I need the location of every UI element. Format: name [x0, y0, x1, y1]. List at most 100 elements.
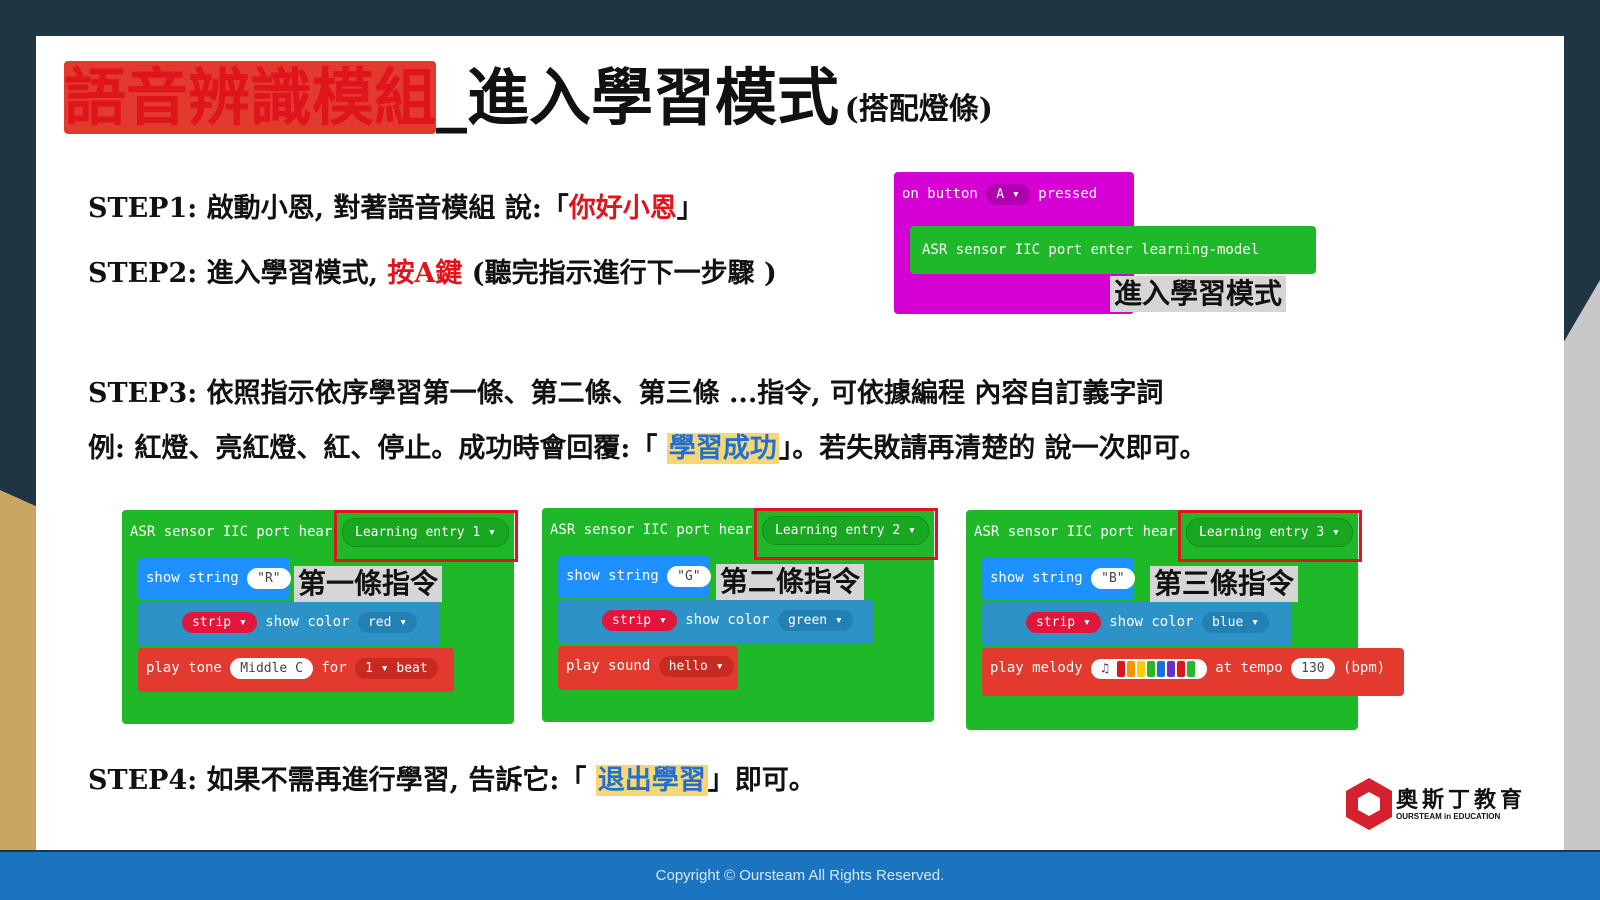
- step3-highlight: 學習成功: [666, 433, 779, 464]
- entry2-show-string-block[interactable]: show string "G": [558, 556, 711, 598]
- music-note-icon: ♫: [1101, 661, 1109, 676]
- melody-swatches: [1116, 660, 1197, 677]
- strip-label: strip: [612, 613, 652, 628]
- title-black-part: _進入學習模式: [436, 61, 840, 134]
- title-red-part: 語音辨識模組: [64, 61, 437, 134]
- enter-learning-command: ASR sensor IIC port enter learning-model: [922, 242, 1260, 258]
- entry2-play-sound-block[interactable]: play sound hello ▾: [558, 646, 738, 690]
- color-dropdown[interactable]: blue ▾: [1201, 612, 1269, 633]
- tempo-value[interactable]: 130: [1291, 658, 1335, 679]
- entry1-show-string-block[interactable]: show string "R": [138, 558, 291, 600]
- step4-highlight: 退出學習: [595, 765, 708, 796]
- melody-note-swatch: [1126, 660, 1135, 677]
- melody-note-swatch: [1146, 660, 1155, 677]
- entry2-hear-label: ASR sensor IIC port hear: [550, 522, 753, 538]
- tone-value[interactable]: Middle C: [230, 658, 313, 679]
- color-value: blue: [1211, 615, 1244, 630]
- beat-value: 1: [365, 661, 373, 676]
- entry2-header: ASR sensor IIC port hear: [550, 522, 752, 538]
- entry2-caption: 第二條指令: [716, 564, 865, 600]
- step4-prefix: STEP4: 如果不需再進行學習, 告訴它:「: [88, 765, 596, 796]
- entry2-highlight-box: [754, 508, 938, 560]
- entry1-header: ASR sensor IIC port hear: [130, 524, 332, 540]
- show-string-label: show string: [146, 570, 239, 586]
- entry3-show-string-block[interactable]: show string "B": [982, 558, 1135, 600]
- logo-tagline: OURSTEAM in EDUCATION: [1396, 812, 1501, 821]
- event-pressed-label: pressed: [1038, 186, 1098, 202]
- entry3-play-melody-block[interactable]: play melody ♫ at tempo 130 (bpm): [982, 648, 1404, 696]
- show-color-label: show color: [265, 614, 350, 630]
- step3-line2-prefix: 例: 紅燈、亮紅燈、紅、停止。成功時會回覆:「: [88, 433, 667, 464]
- tempo-label: at tempo: [1215, 660, 1283, 676]
- strip-label: strip: [192, 615, 232, 630]
- show-string-label: show string: [990, 570, 1083, 586]
- step1-suffix: 」: [676, 193, 704, 224]
- entry3-header: ASR sensor IIC port hear: [974, 524, 1176, 540]
- strip-dropdown[interactable]: strip ▾: [1026, 612, 1101, 633]
- strip-dropdown[interactable]: strip ▾: [602, 610, 677, 631]
- step2-suffix: (聽完指示進行下一步驟 ): [462, 258, 777, 289]
- play-melody-label: play melody: [990, 660, 1083, 676]
- decor-gold-band: [0, 490, 40, 850]
- bpm-label: (bpm): [1343, 660, 1386, 676]
- show-color-label: show color: [1109, 614, 1194, 630]
- entry1-hear-label: ASR sensor IIC port hear: [130, 524, 333, 540]
- entry1-strip-block[interactable]: strip ▾ show color red ▾: [138, 602, 440, 646]
- string-value[interactable]: "B": [1091, 568, 1135, 589]
- beat-label: beat: [396, 661, 428, 676]
- melody-note-swatch: [1166, 660, 1175, 677]
- step3-line2: 例: 紅燈、亮紅燈、紅、停止。成功時會回覆:「 學習成功」。若失敗請再清楚的 說…: [88, 426, 1207, 465]
- step1-line: STEP1: 啟動小恩, 對著語音模組 說:「你好小恩」: [88, 186, 704, 225]
- event-on-label: on button: [902, 186, 978, 202]
- entry1-highlight-box: [334, 510, 518, 562]
- footer-bar: Copyright © Oursteam All Rights Reserved…: [0, 852, 1600, 900]
- strip-dropdown[interactable]: strip ▾: [182, 612, 257, 633]
- color-dropdown[interactable]: green ▾: [777, 610, 853, 631]
- string-value[interactable]: "G": [667, 566, 711, 587]
- step3-line2-suffix: 」。若失敗請再清楚的 說一次即可。: [778, 433, 1207, 464]
- melody-picker[interactable]: ♫: [1091, 658, 1207, 679]
- sound-dropdown[interactable]: hello ▾: [658, 656, 734, 677]
- step2-line: STEP2: 進入學習模式, 按A鍵 (聽完指示進行下一步驟 ): [88, 251, 777, 290]
- logo-name: 奧斯丁教育: [1396, 788, 1527, 813]
- enter-learning-block[interactable]: ASR sensor IIC port enter learning-model: [910, 226, 1316, 274]
- show-color-label: show color: [685, 612, 770, 628]
- title-note: (搭配燈條): [844, 92, 993, 127]
- color-dropdown[interactable]: red ▾: [357, 612, 418, 633]
- entry2-strip-block[interactable]: strip ▾ show color green ▾: [558, 600, 874, 644]
- step1-prefix: STEP1: 啟動小恩, 對著語音模組 說:「: [88, 193, 569, 224]
- step2-prefix: STEP2: 進入學習模式,: [88, 258, 388, 289]
- play-sound-label: play sound: [566, 658, 651, 674]
- beat-dropdown[interactable]: 1 ▾ beat: [355, 658, 438, 679]
- entry3-caption: 第三條指令: [1150, 566, 1299, 602]
- copyright-text: Copyright © Oursteam All Rights Reserved…: [655, 867, 945, 884]
- learning-mode-caption: 進入學習模式: [1110, 276, 1287, 312]
- melody-note-swatch: [1156, 660, 1165, 677]
- for-label: for: [321, 660, 347, 676]
- string-value[interactable]: "R": [247, 568, 291, 589]
- button-value: A: [996, 187, 1005, 202]
- on-button-header: on button A ▾ pressed: [902, 184, 1097, 205]
- brand-logo: 奧斯丁教育 OURSTEAM in EDUCATION: [1346, 778, 1546, 838]
- step4-suffix: 」即可。: [707, 765, 816, 796]
- melody-note-swatch: [1176, 660, 1185, 677]
- show-string-label: show string: [566, 568, 659, 584]
- step2-highlight: 按A鍵: [387, 258, 463, 289]
- entry1-play-tone-block[interactable]: play tone Middle C for 1 ▾ beat: [138, 648, 454, 692]
- melody-note-swatch: [1186, 660, 1195, 677]
- strip-label: strip: [1036, 615, 1076, 630]
- slide-canvas: 語音辨識模組_進入學習模式 (搭配燈條) STEP1: 啟動小恩, 對著語音模組…: [36, 36, 1564, 850]
- button-dropdown[interactable]: A ▾: [986, 184, 1030, 205]
- play-tone-label: play tone: [146, 660, 222, 676]
- entry3-strip-block[interactable]: strip ▾ show color blue ▾: [982, 602, 1292, 646]
- entry3-highlight-box: [1178, 510, 1362, 562]
- entry1-caption: 第一條指令: [294, 566, 443, 602]
- slide-title: 語音辨識模組_進入學習模式 (搭配燈條): [64, 58, 993, 154]
- color-value: red: [367, 615, 392, 630]
- melody-note-swatch: [1136, 660, 1145, 677]
- melody-note-swatch: [1116, 660, 1125, 677]
- step4-line: STEP4: 如果不需再進行學習, 告訴它:「 退出學習」即可。: [88, 758, 816, 797]
- decor-gray-band: [1560, 280, 1600, 850]
- entry3-hear-label: ASR sensor IIC port hear: [974, 524, 1177, 540]
- step3-line1: STEP3: 依照指示依序學習第一條、第二條、第三條 ...指令, 可依據編程 …: [88, 378, 1164, 409]
